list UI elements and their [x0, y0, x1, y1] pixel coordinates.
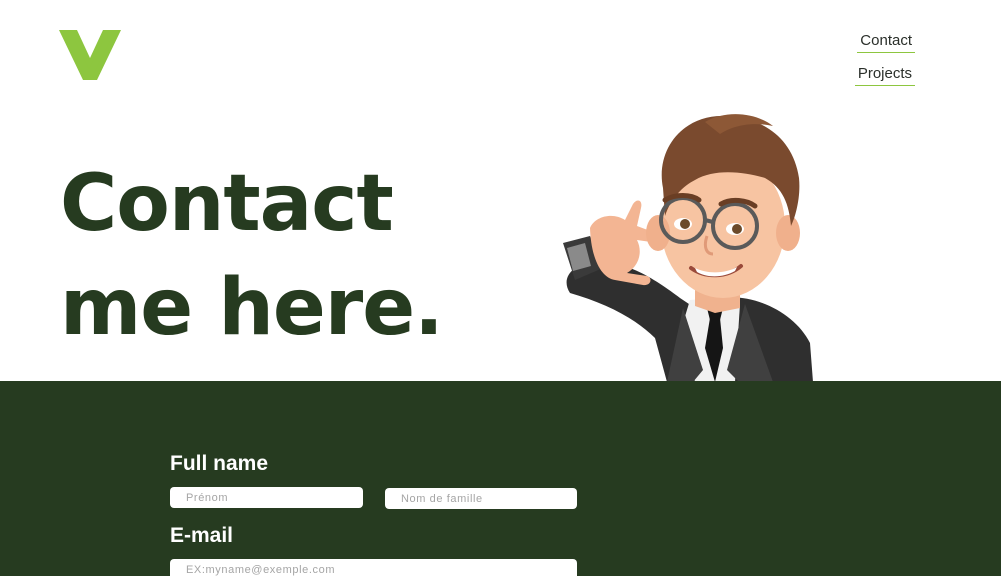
first-name-input[interactable] — [170, 487, 363, 508]
page-title-line-1: Contact — [60, 159, 394, 249]
contact-form-section: Full name E-mail — [0, 381, 1001, 576]
main-nav: Contact Projects — [854, 32, 915, 86]
page-title-line-2: me here. — [60, 263, 444, 353]
page-title: Contact me here. — [60, 152, 444, 360]
email-label: E-mail — [170, 524, 234, 547]
v-logo-icon[interactable] — [58, 29, 122, 81]
nav-link-projects[interactable]: Projects — [854, 65, 915, 86]
page: Contact Projects Contact me here. Full n… — [0, 0, 1001, 576]
nav-link-contact[interactable]: Contact — [857, 32, 915, 53]
memoji-avatar-icon — [563, 114, 813, 382]
email-input[interactable] — [170, 559, 577, 576]
full-name-label: Full name — [170, 452, 269, 475]
last-name-input[interactable] — [385, 488, 577, 509]
